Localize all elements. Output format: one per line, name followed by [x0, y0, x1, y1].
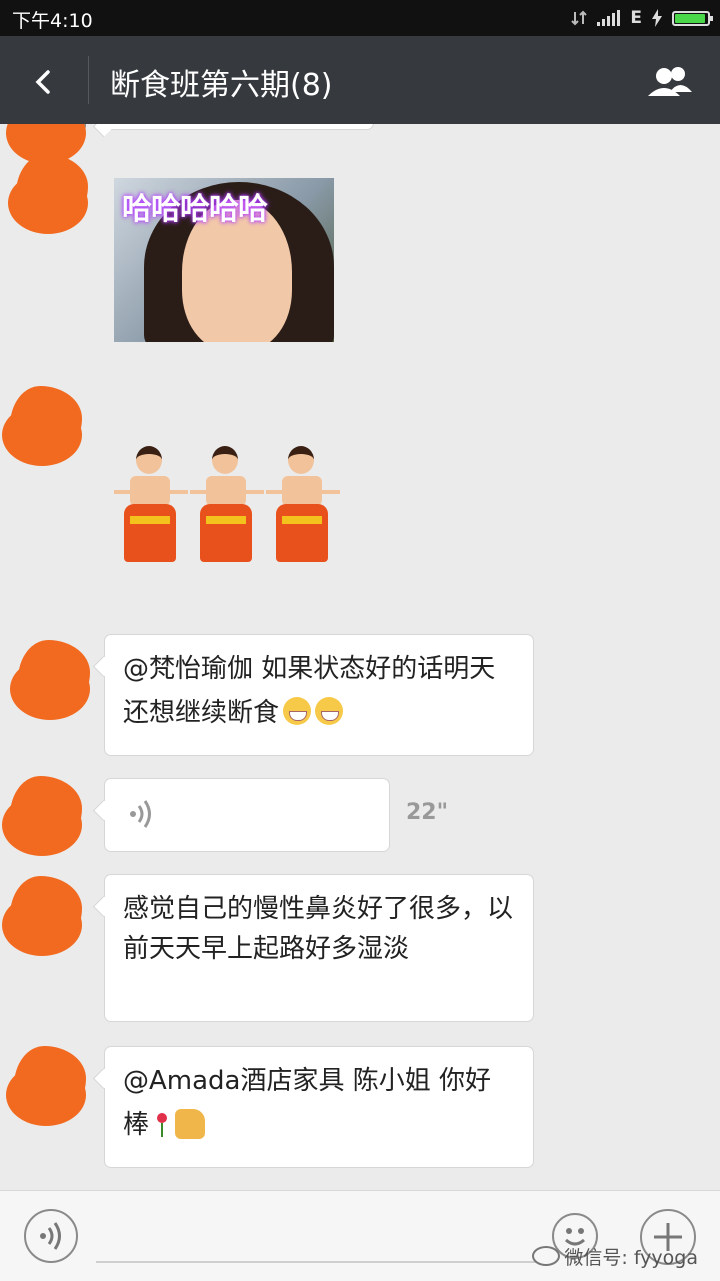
chat-header: 断食班第六期(8): [0, 36, 720, 124]
partial-message-bubble: [104, 124, 374, 130]
chat-title: 断食班第六期(8): [110, 68, 333, 103]
text-message-bubble[interactable]: 感觉自己的慢性鼻炎好了很多，以前天天早上起路好多湿淡: [104, 874, 534, 1022]
grin-emoji-icon: [283, 697, 312, 725]
voice-input-button[interactable]: [24, 1209, 78, 1263]
voice-wave-icon: [40, 1222, 61, 1250]
network-type: E: [630, 8, 642, 28]
watermark: 微信号: fyyoga: [532, 1243, 698, 1270]
voice-duration: 22": [406, 800, 449, 825]
signal-icon: [597, 10, 621, 26]
header-divider: [88, 56, 89, 104]
rose-emoji-icon: [155, 1113, 169, 1137]
dancer-sticker[interactable]: [114, 442, 340, 566]
avatar[interactable]: [2, 876, 82, 956]
back-arrow-icon[interactable]: [22, 58, 66, 102]
grin-emoji-icon: [315, 697, 344, 725]
input-bar: 微信号: fyyoga: [0, 1190, 720, 1281]
avatar[interactable]: [6, 124, 86, 164]
text-message-bubble[interactable]: @Amada酒店家具 陈小姐 你好棒: [104, 1046, 534, 1168]
data-transfer-icon: [571, 10, 588, 26]
message-list[interactable]: 哈哈哈哈哈 @梵怡瑜伽 如果状态好的话明天还想继续断食 22" 感觉自己的慢性鼻…: [0, 124, 720, 1190]
watermark-text: 微信号: fyyoga: [564, 1247, 698, 1269]
dancer-figure: [114, 442, 188, 566]
message-text: 感觉自己的慢性鼻炎好了很多，以前天天早上起路好多湿淡: [123, 894, 514, 964]
avatar[interactable]: [8, 154, 88, 234]
message-input[interactable]: [96, 1261, 536, 1263]
avatar[interactable]: [2, 386, 82, 466]
thumbs-up-emoji-icon: [175, 1109, 206, 1139]
status-time: 下午4:10: [12, 10, 93, 32]
status-icons: E: [571, 8, 713, 28]
text-message-bubble[interactable]: @梵怡瑜伽 如果状态好的话明天还想继续断食: [104, 634, 534, 756]
voice-wave-icon: [130, 800, 151, 828]
status-bar: 下午4:10 E: [0, 0, 720, 36]
avatar[interactable]: [6, 1046, 86, 1126]
dancer-figure: [190, 442, 264, 566]
avatar[interactable]: [10, 640, 90, 720]
group-members-icon[interactable]: [644, 62, 696, 102]
avatar[interactable]: [2, 776, 82, 856]
voice-message-bubble[interactable]: [104, 778, 390, 852]
image-caption: 哈哈哈哈哈: [122, 192, 268, 227]
image-message[interactable]: 哈哈哈哈哈: [114, 178, 334, 342]
battery-icon: [672, 10, 713, 26]
wechat-icon: [532, 1246, 561, 1266]
charging-icon: [652, 9, 662, 27]
dancer-figure: [266, 442, 340, 566]
